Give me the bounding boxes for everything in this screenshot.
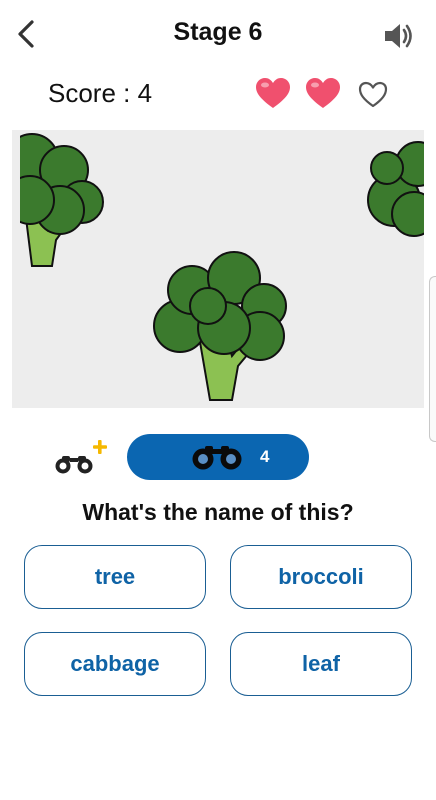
hint-count: 4 bbox=[260, 447, 270, 466]
side-edge-tab[interactable] bbox=[429, 276, 436, 442]
lives-hearts bbox=[254, 76, 392, 112]
question-image bbox=[12, 130, 424, 408]
heart-full-icon bbox=[256, 78, 290, 108]
answer-button-leaf[interactable]: leaf bbox=[230, 632, 412, 696]
answer-button-broccoli[interactable]: broccoli bbox=[230, 545, 412, 609]
answer-button-tree[interactable]: tree bbox=[24, 545, 206, 609]
status-row: Score : 4 bbox=[0, 72, 436, 116]
binoculars-icon bbox=[192, 446, 242, 470]
broccoli-icon bbox=[12, 130, 424, 408]
stage-title: Stage 6 bbox=[173, 18, 263, 46]
score-label: Score : 4 bbox=[48, 78, 153, 108]
add-hint-button[interactable] bbox=[52, 436, 112, 476]
speaker-icon bbox=[385, 24, 412, 48]
top-bar: Stage 6 bbox=[0, 0, 436, 70]
heart-empty-icon bbox=[358, 81, 388, 108]
answer-button-cabbage[interactable]: cabbage bbox=[24, 632, 206, 696]
binoculars-plus-icon bbox=[55, 440, 107, 474]
sound-button[interactable] bbox=[382, 20, 416, 52]
question-text: What's the name of this? bbox=[82, 499, 354, 525]
use-hint-button[interactable]: 4 bbox=[127, 434, 309, 480]
heart-full-icon bbox=[306, 78, 340, 108]
hint-row: 4 bbox=[0, 430, 436, 482]
